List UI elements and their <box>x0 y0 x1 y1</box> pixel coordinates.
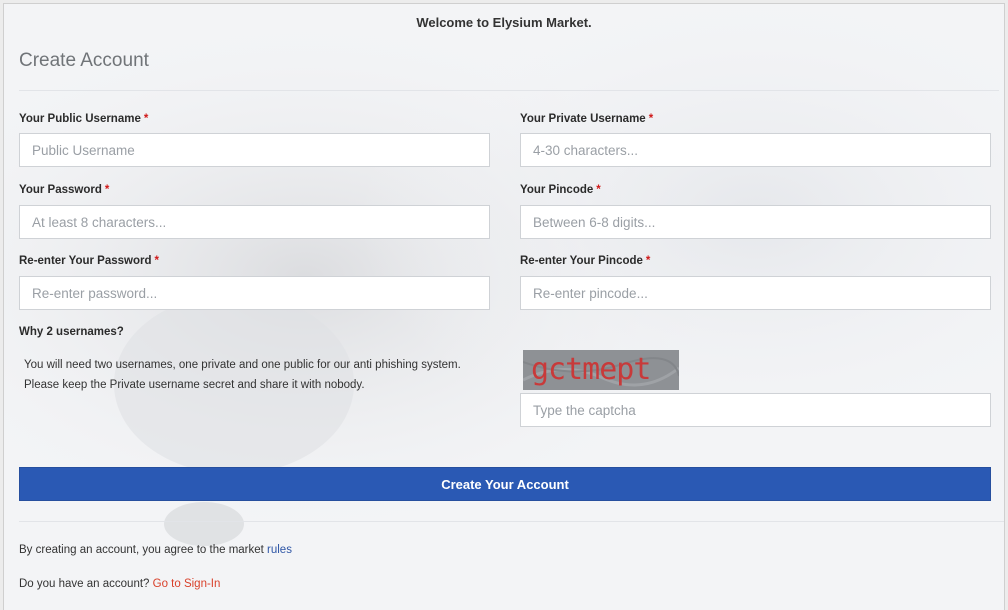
required-mark: * <box>104 184 110 196</box>
pincode-label: Your Pincode * <box>520 184 601 196</box>
terms-text: By creating an account, you agree to the… <box>19 544 268 556</box>
create-account-button[interactable]: Create Your Account <box>19 467 991 501</box>
password-confirm-label-text: Re-enter Your Password <box>19 255 152 267</box>
title-divider <box>19 90 999 91</box>
pincode-confirm-input[interactable] <box>520 276 991 310</box>
password-confirm-label: Re-enter Your Password * <box>19 255 159 267</box>
private-username-label: Your Private Username * <box>520 113 653 125</box>
captcha-text: gctmept <box>531 352 651 387</box>
captcha-input[interactable] <box>520 393 991 427</box>
public-username-label-text: Your Public Username <box>19 113 141 125</box>
pincode-confirm-label-text: Re-enter Your Pincode <box>520 255 643 267</box>
private-username-label-text: Your Private Username <box>520 113 646 125</box>
private-username-input[interactable] <box>520 133 991 167</box>
signin-text: Do you have an account? <box>19 578 153 590</box>
welcome-banner: Welcome to Elysium Market. <box>416 15 592 30</box>
why-two-usernames-text: You will need two usernames, one private… <box>24 359 461 391</box>
terms-notice: By creating an account, you agree to the… <box>19 544 292 556</box>
page-title: Create Account <box>19 50 149 71</box>
rules-link[interactable]: rules <box>267 544 292 556</box>
sign-in-link[interactable]: Go to Sign-In <box>153 578 221 590</box>
captcha-image: gctmept <box>523 350 679 390</box>
footer-divider <box>19 521 1004 522</box>
signin-prompt: Do you have an account? Go to Sign-In <box>19 578 220 590</box>
required-mark: * <box>143 113 149 125</box>
why-two-usernames-title: Why 2 usernames? <box>19 326 124 338</box>
public-username-label: Your Public Username * <box>19 113 148 125</box>
pincode-label-text: Your Pincode <box>520 184 594 196</box>
required-mark: * <box>596 184 601 196</box>
required-mark: * <box>154 255 159 267</box>
password-label: Your Password * <box>19 184 109 196</box>
required-mark: * <box>645 255 651 267</box>
pincode-confirm-label: Re-enter Your Pincode * <box>520 255 650 267</box>
create-account-panel: Welcome to Elysium Market. Create Accoun… <box>3 3 1005 610</box>
password-input[interactable] <box>19 205 490 239</box>
pincode-input[interactable] <box>520 205 991 239</box>
password-label-text: Your Password <box>19 184 102 196</box>
password-confirm-input[interactable] <box>19 276 490 310</box>
public-username-input[interactable] <box>19 133 490 167</box>
required-mark: * <box>648 113 654 125</box>
